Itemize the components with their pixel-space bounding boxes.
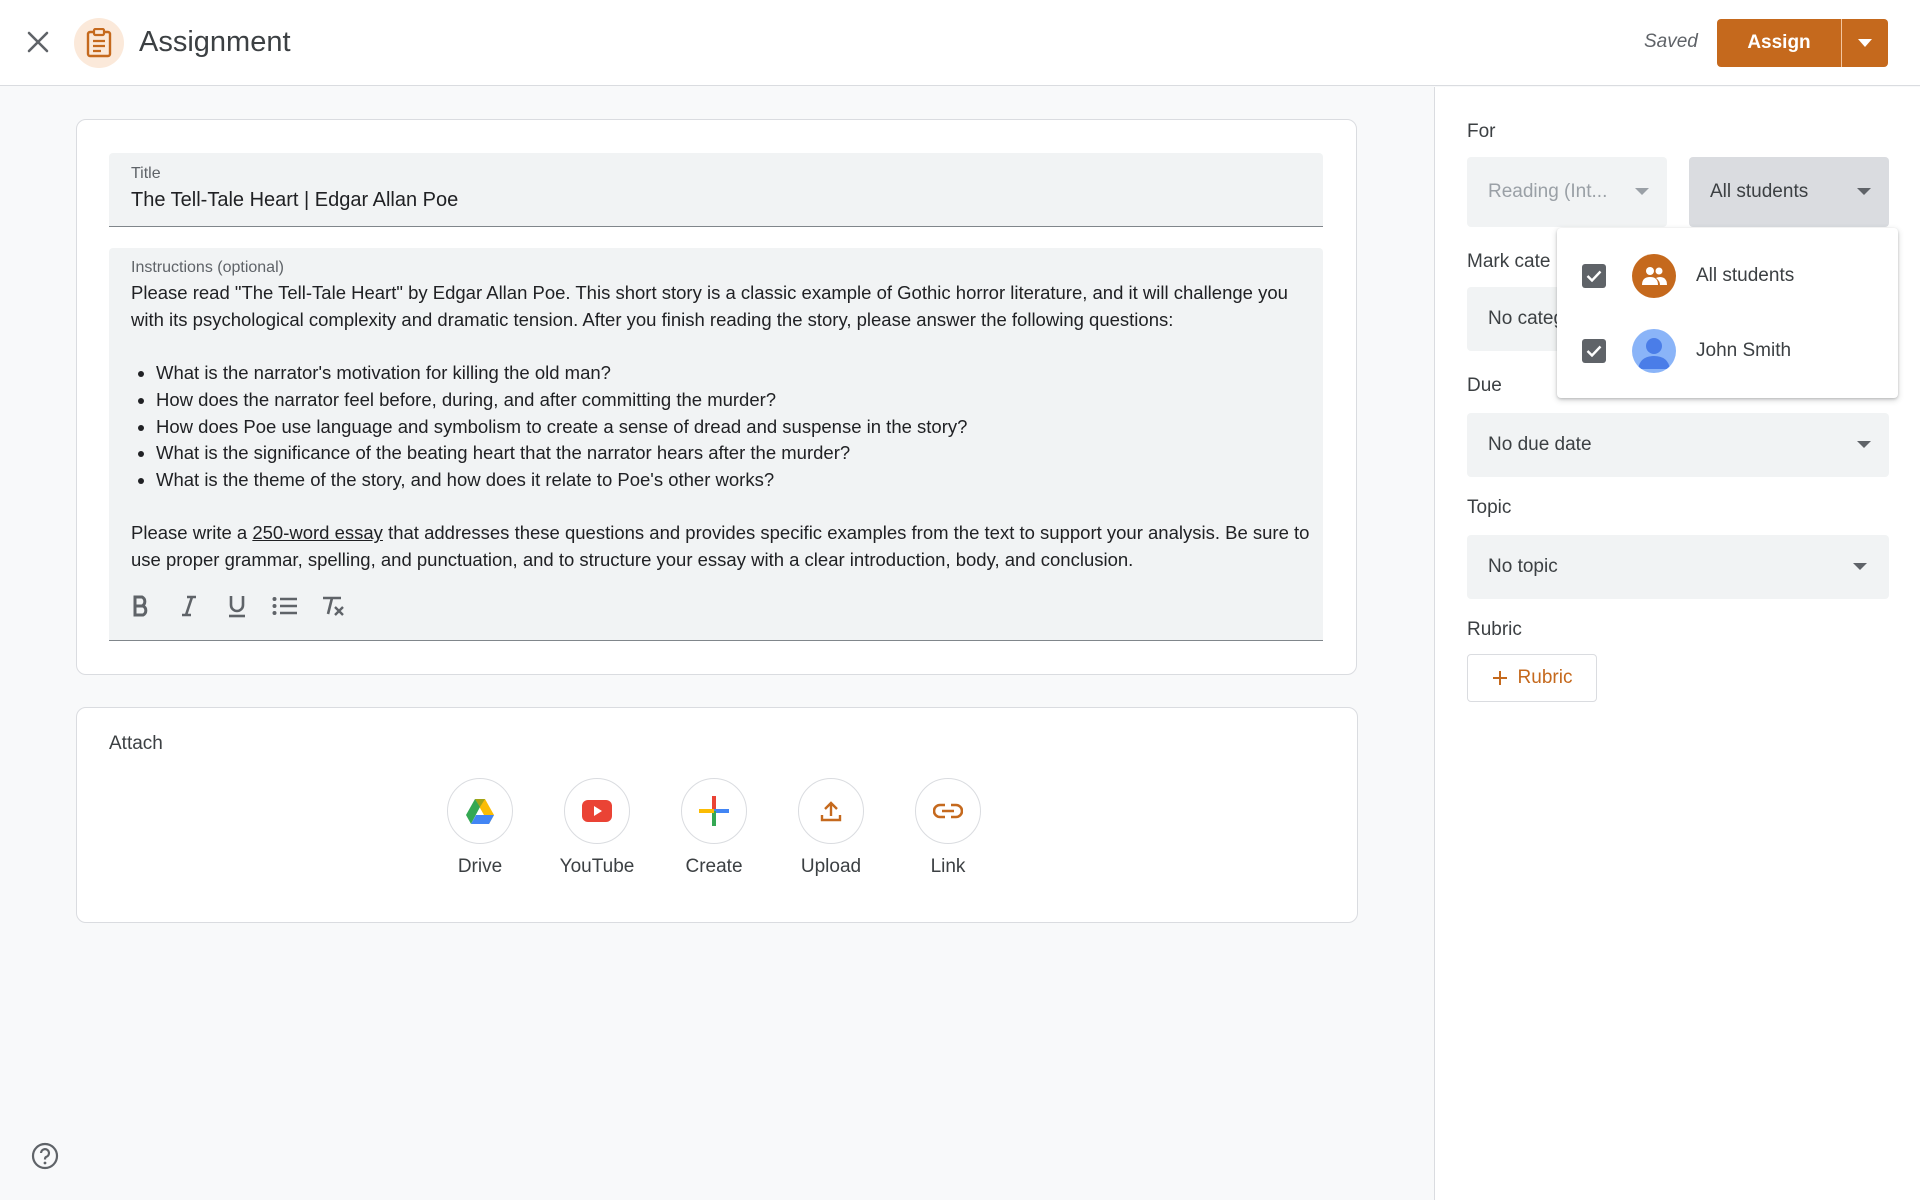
avatar xyxy=(1632,328,1676,373)
check-icon xyxy=(1586,345,1602,357)
assign-options-button[interactable] xyxy=(1841,19,1888,67)
save-status: Saved xyxy=(1644,31,1698,52)
caret-down-icon xyxy=(1635,188,1649,195)
outro-text-start: Please write a xyxy=(131,522,253,544)
italic-icon xyxy=(182,595,196,617)
essay-length-underlined: 250-word essay xyxy=(252,522,383,544)
attach-create[interactable]: Create xyxy=(681,778,747,878)
class-select-value: Reading (Int... xyxy=(1488,181,1608,202)
checkbox-checked[interactable] xyxy=(1582,338,1606,363)
students-select-value: All students xyxy=(1710,181,1809,202)
youtube-icon xyxy=(582,800,612,822)
upload-label: Upload xyxy=(800,856,862,877)
students-select[interactable]: All students xyxy=(1689,157,1889,227)
upload-icon xyxy=(820,801,842,822)
close-button[interactable] xyxy=(20,24,56,60)
question-item: What is the narrator's motivation for ki… xyxy=(156,360,1311,387)
attach-link[interactable]: Link xyxy=(915,778,981,878)
question-item: How does the narrator feel before, durin… xyxy=(156,387,1311,414)
question-item: What is the significance of the beating … xyxy=(156,440,1311,467)
upload-button[interactable] xyxy=(798,778,864,844)
title-value[interactable]: The Tell-Tale Heart | Edgar Allan Poe xyxy=(131,189,458,212)
category-select-value: No categ xyxy=(1488,308,1565,329)
top-bar: Assignment Saved Assign xyxy=(0,0,1920,86)
link-label: Link xyxy=(930,856,966,877)
instructions-field[interactable]: Instructions (optional) Please read "The… xyxy=(109,248,1323,641)
attach-card: Attach Drive YouTube Create Upload Link xyxy=(76,707,1358,923)
dropdown-item-john-smith[interactable]: John Smith xyxy=(1557,313,1898,388)
attach-youtube[interactable]: YouTube xyxy=(560,778,634,878)
questions-list: What is the narrator's motivation for ki… xyxy=(156,360,1311,494)
create-label: Create xyxy=(685,856,743,877)
bold-icon xyxy=(133,595,148,617)
bulleted-list-button[interactable] xyxy=(267,588,303,624)
add-rubric-button[interactable]: Rubric xyxy=(1467,654,1597,702)
class-select[interactable]: Reading (Int... xyxy=(1467,157,1667,227)
topic-select[interactable]: No topic xyxy=(1467,535,1889,599)
instructions-intro: Please read "The Tell-Tale Heart" by Edg… xyxy=(131,282,1288,330)
assignment-icon xyxy=(86,28,112,58)
instructions-outro: Please write a 250-word essay that addre… xyxy=(131,520,1311,573)
clear-formatting-button[interactable] xyxy=(315,588,351,624)
italic-button[interactable] xyxy=(171,588,207,624)
students-dropdown: All students John Smith xyxy=(1557,228,1898,398)
caret-down-icon xyxy=(1853,563,1867,570)
help-icon xyxy=(31,1142,59,1170)
assign-button[interactable]: Assign xyxy=(1717,19,1841,67)
rubric-button-label: Rubric xyxy=(1517,667,1573,688)
drive-label: Drive xyxy=(457,856,503,877)
drive-icon xyxy=(466,798,494,824)
plus-icon xyxy=(1492,671,1507,685)
mark-category-label: Mark cate xyxy=(1467,251,1551,272)
for-label: For xyxy=(1467,121,1496,142)
link-icon xyxy=(933,803,963,819)
assignment-icon-badge xyxy=(74,18,124,68)
title-field[interactable]: Title The Tell-Tale Heart | Edgar Allan … xyxy=(109,153,1323,227)
dropdown-item-label: John Smith xyxy=(1696,339,1792,361)
dropdown-item-label: All students xyxy=(1696,264,1795,286)
group-icon xyxy=(1642,266,1667,285)
dropdown-item-all-students[interactable]: All students xyxy=(1557,238,1898,313)
question-item: How does Poe use language and symbolism … xyxy=(156,414,1311,441)
due-select-value: No due date xyxy=(1488,434,1592,455)
topic-select-value: No topic xyxy=(1488,556,1558,577)
main-content: Title The Tell-Tale Heart | Edgar Allan … xyxy=(0,87,1434,1200)
caret-down-icon xyxy=(1858,39,1872,47)
question-item: What is the theme of the story, and how … xyxy=(156,467,1311,494)
bulleted-list-icon xyxy=(272,597,297,615)
youtube-label: YouTube xyxy=(559,856,635,877)
attach-upload[interactable]: Upload xyxy=(798,778,864,878)
caret-down-icon xyxy=(1857,441,1871,448)
due-label: Due xyxy=(1467,375,1502,396)
plus-icon xyxy=(699,796,729,826)
attach-title: Attach xyxy=(109,733,163,754)
create-button[interactable] xyxy=(681,778,747,844)
close-icon xyxy=(27,31,49,53)
rubric-label: Rubric xyxy=(1467,619,1522,640)
caret-down-icon xyxy=(1857,188,1871,195)
checkbox-checked[interactable] xyxy=(1582,263,1606,288)
clear-formatting-icon xyxy=(323,596,344,616)
check-icon xyxy=(1586,270,1602,282)
underline-button[interactable] xyxy=(219,588,255,624)
instructions-body[interactable]: Please read "The Tell-Tale Heart" by Edg… xyxy=(131,280,1311,574)
topic-label: Topic xyxy=(1467,497,1512,518)
underline-icon xyxy=(229,596,245,618)
format-toolbar xyxy=(123,588,351,624)
group-avatar xyxy=(1632,253,1676,298)
attach-drive[interactable]: Drive xyxy=(447,778,513,878)
title-label: Title xyxy=(131,165,161,182)
bold-button[interactable] xyxy=(123,588,159,624)
assign-button-group: Assign xyxy=(1717,19,1888,67)
drive-button[interactable] xyxy=(447,778,513,844)
due-select[interactable]: No due date xyxy=(1467,413,1889,477)
link-button[interactable] xyxy=(915,778,981,844)
details-card: Title The Tell-Tale Heart | Edgar Allan … xyxy=(76,119,1357,675)
help-button[interactable] xyxy=(30,1141,60,1171)
instructions-label: Instructions (optional) xyxy=(131,259,284,276)
attach-options: Drive YouTube Create Upload Link xyxy=(447,778,981,878)
page-title: Assignment xyxy=(139,26,291,58)
youtube-button[interactable] xyxy=(564,778,630,844)
person-icon xyxy=(1638,337,1670,369)
